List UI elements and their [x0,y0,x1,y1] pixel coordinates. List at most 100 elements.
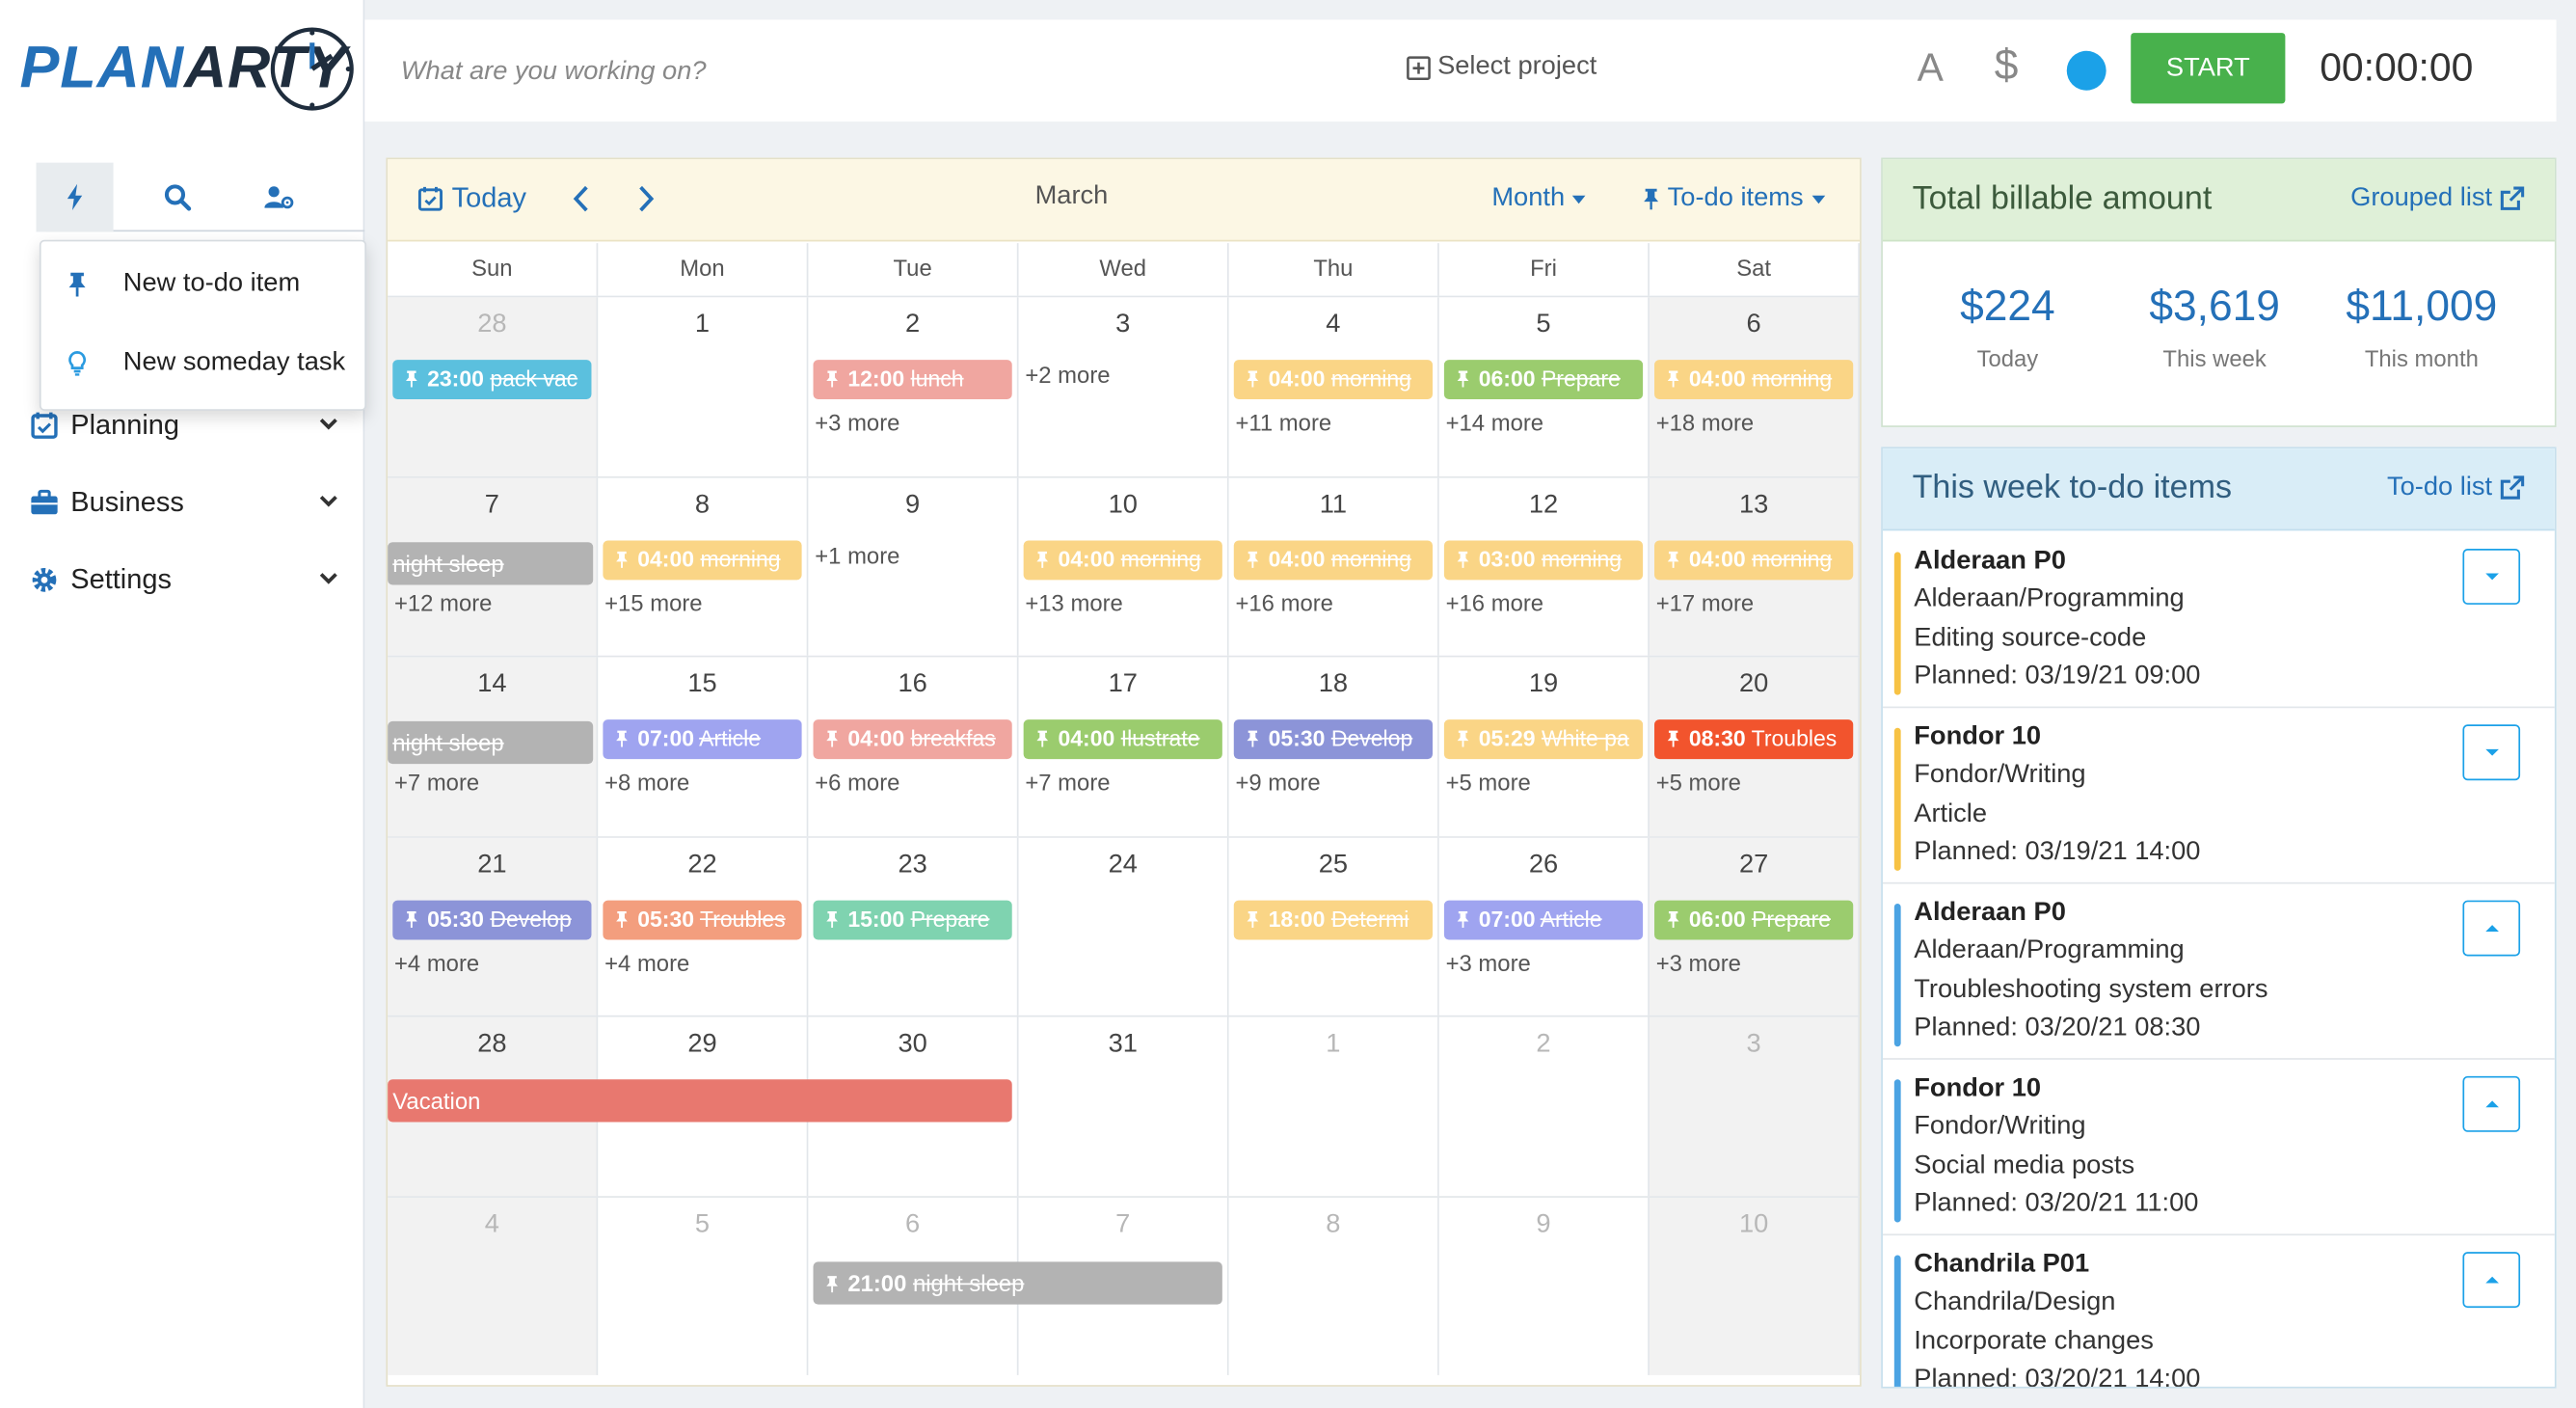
calendar-event[interactable]: 04:00 breakfas [813,719,1012,760]
day-number[interactable]: 5 [598,1210,806,1240]
day-number[interactable]: 22 [598,851,806,880]
calendar-event[interactable]: 15:00 Prepare [813,899,1012,939]
day-number[interactable]: 28 [388,1030,596,1060]
calendar-event[interactable]: 04:00 morning [1233,360,1433,399]
day-number[interactable]: 7 [1019,1210,1227,1240]
day-cell[interactable]: 16 04:00 breakfas +6 more [808,657,1019,836]
day-cell[interactable]: 28 23:00 pack vac [388,297,599,476]
calendar-event[interactable]: 04:00 morning [603,539,802,580]
day-number[interactable]: 28 [388,311,596,340]
more-events-link[interactable]: +3 more [815,409,899,435]
day-cell[interactable]: 23 15:00 Prepare [808,836,1019,1015]
day-cell[interactable]: 2 12:00 lunch +3 more [808,297,1019,476]
more-events-link[interactable]: +13 more [1025,589,1122,615]
planarty-logo[interactable]: PLANARTY [19,23,354,119]
calendar-event[interactable]: 21:00 night sleep [813,1260,1222,1304]
calendar-event[interactable]: 18:00 Determi [1233,899,1433,939]
day-number[interactable]: 1 [1229,1030,1437,1060]
day-number[interactable]: 24 [1019,851,1227,880]
day-cell[interactable]: 17 04:00 Ilustrate +7 more [1018,657,1229,836]
more-events-link[interactable]: +5 more [1656,769,1741,795]
tab-quick-actions[interactable] [36,162,114,232]
day-number[interactable]: 3 [1019,311,1227,340]
more-events-link[interactable]: +11 more [1235,409,1331,435]
menu-item-new-someday-task[interactable]: New someday task [41,330,368,395]
day-number[interactable]: 5 [1439,311,1648,340]
calendar-event[interactable]: 07:00 Article [603,719,802,760]
day-number[interactable]: 29 [598,1030,806,1060]
more-events-link[interactable]: +5 more [1446,769,1531,795]
day-cell[interactable]: 10 04:00 morning +13 more [1018,476,1229,656]
day-number[interactable]: 17 [1019,670,1227,700]
calendar-event[interactable]: 04:00 Ilustrate [1023,719,1222,760]
more-events-link[interactable]: +17 more [1656,589,1754,615]
day-cell[interactable]: 18 05:30 Develop +9 more [1228,657,1439,836]
view-mode-dropdown[interactable]: Month [1491,184,1587,214]
day-number[interactable]: 27 [1650,851,1858,880]
day-cell[interactable]: 8 04:00 morning +15 more [598,476,809,656]
more-events-link[interactable]: +14 more [1446,409,1543,435]
more-events-link[interactable]: +2 more [1025,362,1110,388]
day-cell[interactable]: 24 [1018,836,1229,1015]
todo-item[interactable]: Chandrila P01 Chandrila/Design Incorporate… [1883,1235,2555,1387]
day-cell[interactable]: 8 [1228,1197,1439,1375]
day-number[interactable]: 9 [1439,1210,1648,1240]
day-cell[interactable]: 3 [1649,1016,1861,1196]
todo-item[interactable]: Alderaan P0 Alderaan/Programming Troublesh… [1882,884,2555,1060]
day-cell[interactable]: 9 [1438,1197,1650,1375]
calendar-event[interactable]: night sleep [388,541,594,584]
expand-button[interactable] [2462,724,2521,781]
day-cell[interactable]: 21 05:30 Develop +4 more [388,836,599,1015]
day-number[interactable]: 1 [598,311,806,340]
day-number[interactable]: 7 [388,491,596,521]
day-number[interactable]: 10 [1650,1210,1858,1240]
day-cell[interactable]: 2 [1438,1016,1650,1196]
calendar-event[interactable]: 05:30 Develop [1233,719,1433,760]
day-cell[interactable]: 1 [598,297,809,476]
day-number[interactable]: 26 [1439,851,1648,880]
day-number[interactable]: 30 [808,1030,1016,1060]
day-cell[interactable]: 10 [1649,1197,1861,1375]
day-cell[interactable]: 4 [388,1197,599,1375]
day-number[interactable]: 6 [808,1210,1016,1240]
collapse-button[interactable] [2462,1075,2521,1132]
day-number[interactable]: 8 [598,491,806,521]
day-number[interactable]: 15 [598,670,806,700]
what-are-you-working-on-input[interactable] [400,52,1059,93]
calendar-event[interactable]: 04:00 morning [1654,539,1854,580]
calendar-event[interactable]: 04:00 morning [1023,539,1222,580]
day-number[interactable]: 6 [1650,311,1858,340]
day-cell[interactable]: 15 07:00 Article +8 more [598,657,809,836]
color-dot-button[interactable] [2066,50,2106,91]
day-number[interactable]: 12 [1439,491,1648,521]
calendar-event[interactable]: 04:00 morning [1233,539,1433,580]
day-cell[interactable]: 26 07:00 Article +3 more [1438,836,1650,1015]
calendar-event[interactable]: 08:30 Troubles [1654,719,1854,760]
todo-item[interactable]: Alderaan P0 Alderaan/Programming Editing s… [1882,532,2555,709]
chevron-left-icon[interactable] [570,184,593,214]
calendar-event[interactable]: 07:00 Article [1443,899,1644,939]
chevron-right-icon[interactable] [634,184,657,214]
menu-item-new-todo[interactable]: New to-do item [41,252,368,317]
day-number[interactable]: 2 [1439,1030,1648,1060]
todo-item[interactable]: Fondor 10 Fondor/Writing Article Planned: 0… [1882,708,2555,884]
day-cell[interactable]: 3 +2 more [1018,297,1229,476]
item-filter-dropdown[interactable]: To-do items [1640,184,1825,214]
select-project-button[interactable]: Select project [1407,53,1597,83]
more-events-link[interactable]: +12 more [394,589,492,615]
day-number[interactable]: 10 [1019,491,1227,521]
day-cell[interactable]: 22 05:30 Troubles +4 more [598,836,809,1015]
tag-toggle-button[interactable]: A [1918,46,1944,93]
day-number[interactable]: 11 [1229,491,1437,521]
start-timer-button[interactable]: START [2131,33,2286,104]
day-number[interactable]: 19 [1439,670,1648,700]
day-cell[interactable]: 25 18:00 Determi [1228,836,1439,1015]
day-cell[interactable]: 4 04:00 morning +11 more [1228,297,1439,476]
day-cell[interactable]: 5 06:00 Prepare +14 more [1438,297,1650,476]
day-cell[interactable]: 11 04:00 morning +16 more [1228,476,1439,656]
more-events-link[interactable]: +3 more [1656,949,1741,975]
day-number[interactable]: 3 [1650,1030,1858,1060]
day-number[interactable]: 4 [388,1210,596,1240]
day-number[interactable]: 9 [808,491,1016,521]
more-events-link[interactable]: +7 more [394,769,479,795]
